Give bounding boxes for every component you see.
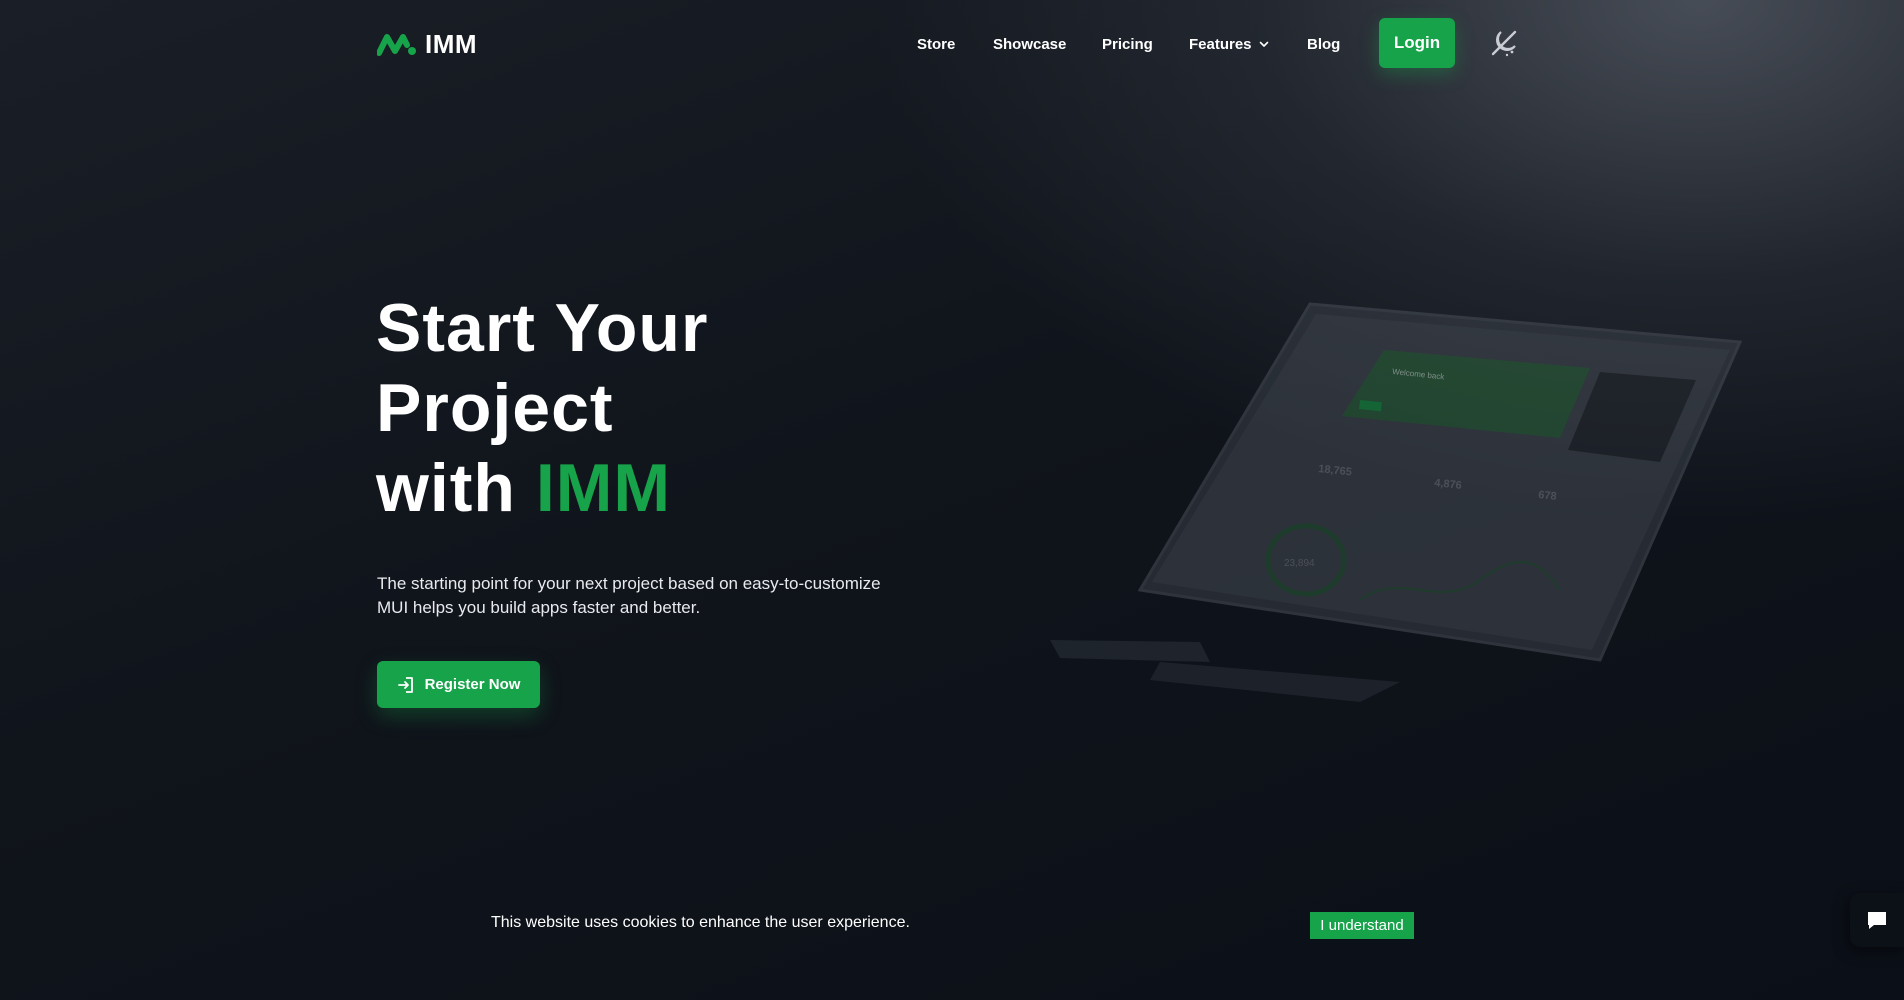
login-arrow-icon bbox=[397, 676, 413, 693]
brand-logo[interactable]: IMM bbox=[377, 24, 477, 64]
cookie-message: This website uses cookies to enhance the… bbox=[491, 914, 910, 931]
dashboard-mockup-image: Welcome back 18,765 4,876 678 23,894 bbox=[1050, 302, 1743, 702]
hero-subtitle: The starting point for your next project… bbox=[377, 574, 881, 617]
hero-title-accent: IMM bbox=[535, 450, 672, 526]
login-button[interactable]: Login bbox=[1379, 18, 1455, 68]
cookie-accept-button[interactable]: I understand bbox=[1310, 912, 1414, 939]
logo-icon bbox=[377, 34, 416, 56]
nav-store[interactable]: Store bbox=[917, 36, 955, 53]
chevron-down-icon bbox=[1259, 41, 1268, 47]
mockup-stat-3: 678 bbox=[1538, 489, 1558, 503]
nav-pricing[interactable]: Pricing bbox=[1102, 36, 1153, 53]
register-now-button[interactable]: Register Now bbox=[377, 661, 540, 708]
theme-toggle-icon bbox=[1491, 30, 1517, 57]
nav-showcase[interactable]: Showcase bbox=[993, 36, 1066, 53]
nav-blog[interactable]: Blog bbox=[1307, 36, 1340, 53]
nav-features-label: Features bbox=[1189, 35, 1252, 53]
hero-title-line3-prefix: with bbox=[376, 450, 516, 526]
register-now-label: Register Now bbox=[424, 676, 521, 693]
mockup-ring-value: 23,894 bbox=[1284, 558, 1315, 569]
hero-title-line2: Project bbox=[376, 370, 614, 446]
brand-name: IMM bbox=[425, 28, 478, 59]
hero-title: Start Your Project with IMM bbox=[376, 288, 976, 528]
nav-features[interactable]: Features bbox=[1189, 36, 1270, 53]
chat-icon bbox=[1868, 912, 1886, 929]
hero-title-line1: Start Your bbox=[376, 290, 709, 366]
top-navbar: IMM Store Showcase Pricing Features Blog… bbox=[0, 0, 1904, 86]
chat-button[interactable] bbox=[1850, 893, 1904, 947]
theme-toggle-button[interactable] bbox=[1488, 27, 1520, 59]
